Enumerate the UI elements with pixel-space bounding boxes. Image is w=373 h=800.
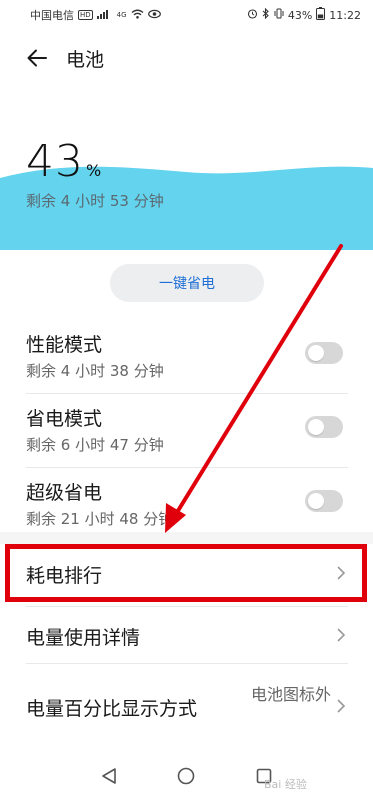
battery-percent-number: 43 [26,136,84,187]
status-bar: 中国电信 HD 4G 43% 11:22 [0,0,373,30]
list-item-label: 电量使用详情 [26,627,141,649]
nav-back-button[interactable] [94,761,124,791]
chevron-right-icon [337,699,346,713]
triangle-back-icon [102,768,116,784]
ultra-power-saving-toggle[interactable] [305,490,343,512]
mode-title: 性能模式 [26,334,103,356]
toggle-knob [308,493,324,509]
hd-badge: HD [78,10,93,20]
battery-percent-unit: % [86,161,102,180]
list-item-usage-details[interactable]: 电量使用详情 [0,607,373,663]
page-title: 电池 [66,48,105,71]
one-tap-power-save-button[interactable]: 一键省电 [110,264,264,302]
mode-remaining: 剩余 21 小时 48 分钟 [26,510,174,528]
carrier-name: 中国电信 [30,9,74,22]
status-left: 中国电信 HD 4G [30,7,161,23]
vibrate-icon [274,8,284,22]
list-item-percentage-display-mode[interactable]: 电量百分比显示方式 电池图标外 [0,664,373,748]
eye-icon [147,9,161,22]
toggle-knob [308,345,324,361]
power-saving-mode-toggle[interactable] [305,416,343,438]
alarm-icon [247,8,258,22]
circle-home-icon [178,767,195,785]
back-button[interactable] [22,43,52,73]
watermark: Bai 经验 [264,778,307,791]
title-bar: 电池 [0,36,373,80]
list-item-value: 电池图标外 [250,685,331,704]
nav-home-button[interactable] [171,761,201,791]
clock: 11:22 [329,8,361,22]
system-nav-bar [0,752,373,800]
battery-remaining-time: 剩余 4 小时 53 分钟 [26,192,164,210]
chevron-right-icon [337,628,346,642]
arrow-left-icon [27,49,47,67]
mode-title: 超级省电 [26,482,103,504]
toggle-knob [308,419,324,435]
mode-row-power-saving: 省电模式 剩余 6 小时 47 分钟 [0,396,373,470]
divider [26,393,348,394]
battery-icon [316,7,326,23]
mode-remaining: 剩余 4 小时 38 分钟 [26,362,164,380]
battery-percent-display: 43 % [26,136,101,187]
battery-percent-status: 43% [287,8,313,22]
list-item-label: 电量百分比显示方式 [26,698,198,720]
battery-hero: 43 % 剩余 4 小时 53 分钟 [0,100,373,250]
bluetooth-icon [262,7,270,22]
performance-mode-toggle[interactable] [305,342,343,364]
signal-icon [96,9,113,22]
mode-remaining: 剩余 6 小时 47 分钟 [26,436,164,454]
status-right: 43% 11:22 [247,7,361,23]
section-gap [0,532,373,544]
mode-row-performance: 性能模式 剩余 4 小时 38 分钟 [0,322,373,396]
mode-title: 省电模式 [26,408,103,430]
divider [26,467,348,468]
annotation-highlight-box [5,544,367,602]
network-type-label: 4G [116,11,127,19]
wifi-icon [131,9,144,22]
